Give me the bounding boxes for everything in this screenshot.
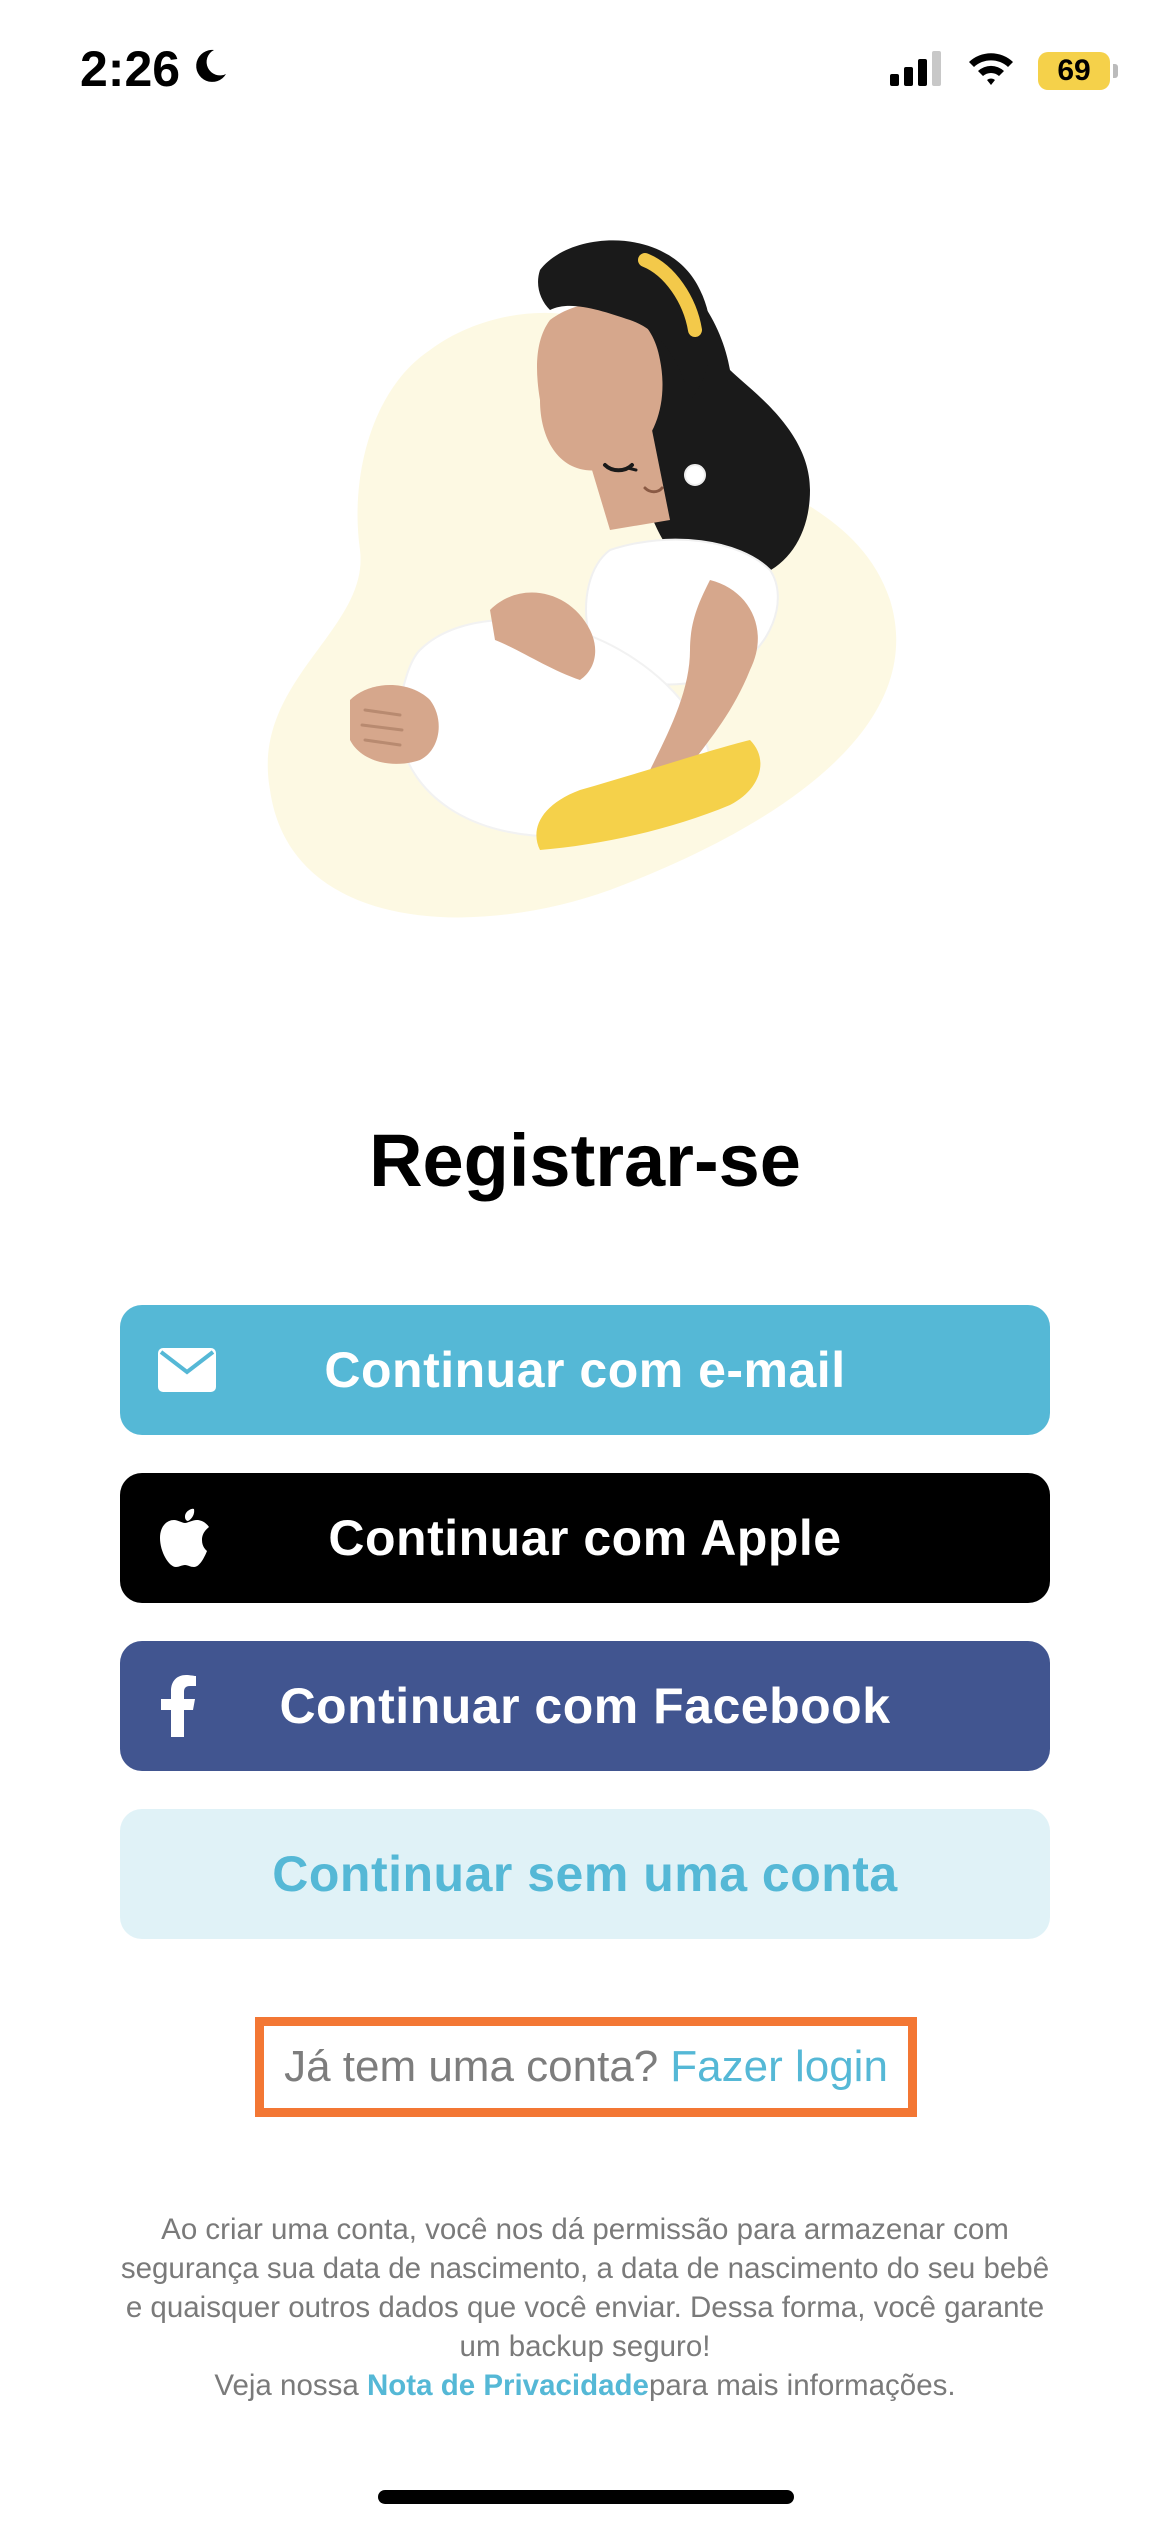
home-indicator[interactable] xyxy=(378,2490,794,2504)
page-title: Registrar-se xyxy=(369,1119,801,1202)
continue-with-email-button[interactable]: Continuar com e-mail xyxy=(120,1305,1050,1435)
status-time: 2:26 xyxy=(80,41,181,97)
privacy-prefix: Veja nossa xyxy=(214,2369,367,2402)
facebook-logo-icon xyxy=(158,1675,198,1737)
cellular-signal-icon xyxy=(890,50,944,91)
apple-logo-icon xyxy=(158,1507,212,1569)
login-prompt: Já tem uma conta? Fazer login xyxy=(255,2017,917,2117)
privacy-note-link[interactable]: Nota de Privacidade xyxy=(367,2369,649,2402)
privacy-disclaimer: Ao criar uma conta, você nos dá permissã… xyxy=(120,2210,1050,2405)
disclaimer-text: Ao criar uma conta, você nos dá permissã… xyxy=(120,2213,1050,2363)
continue-without-account-button[interactable]: Continuar sem uma conta xyxy=(120,1809,1050,1939)
privacy-suffix: para mais informações. xyxy=(648,2369,956,2402)
moon-icon xyxy=(190,40,230,98)
continue-with-apple-label: Continuar com Apple xyxy=(328,1510,842,1566)
mail-icon xyxy=(158,1348,216,1392)
privacy-line: Veja nossa Nota de Privacidadepara mais … xyxy=(120,2366,1050,2405)
status-indicators: 69 xyxy=(890,50,1118,91)
status-bar: 2:26 69 xyxy=(0,0,1170,150)
wifi-icon xyxy=(966,50,1016,91)
continue-with-facebook-label: Continuar com Facebook xyxy=(279,1678,891,1734)
continue-with-email-label: Continuar com e-mail xyxy=(324,1342,846,1398)
battery-level: 69 xyxy=(1057,53,1091,87)
continue-with-apple-button[interactable]: Continuar com Apple xyxy=(120,1473,1050,1603)
continue-with-facebook-button[interactable]: Continuar com Facebook xyxy=(120,1641,1050,1771)
battery-icon: 69 xyxy=(1038,51,1118,90)
status-time-group: 2:26 xyxy=(80,40,230,98)
continue-without-account-label: Continuar sem uma conta xyxy=(272,1846,898,1902)
pregnant-woman-illustration xyxy=(250,230,930,1030)
login-link[interactable]: Fazer login xyxy=(670,2042,888,2092)
login-question: Já tem uma conta? xyxy=(284,2042,659,2091)
